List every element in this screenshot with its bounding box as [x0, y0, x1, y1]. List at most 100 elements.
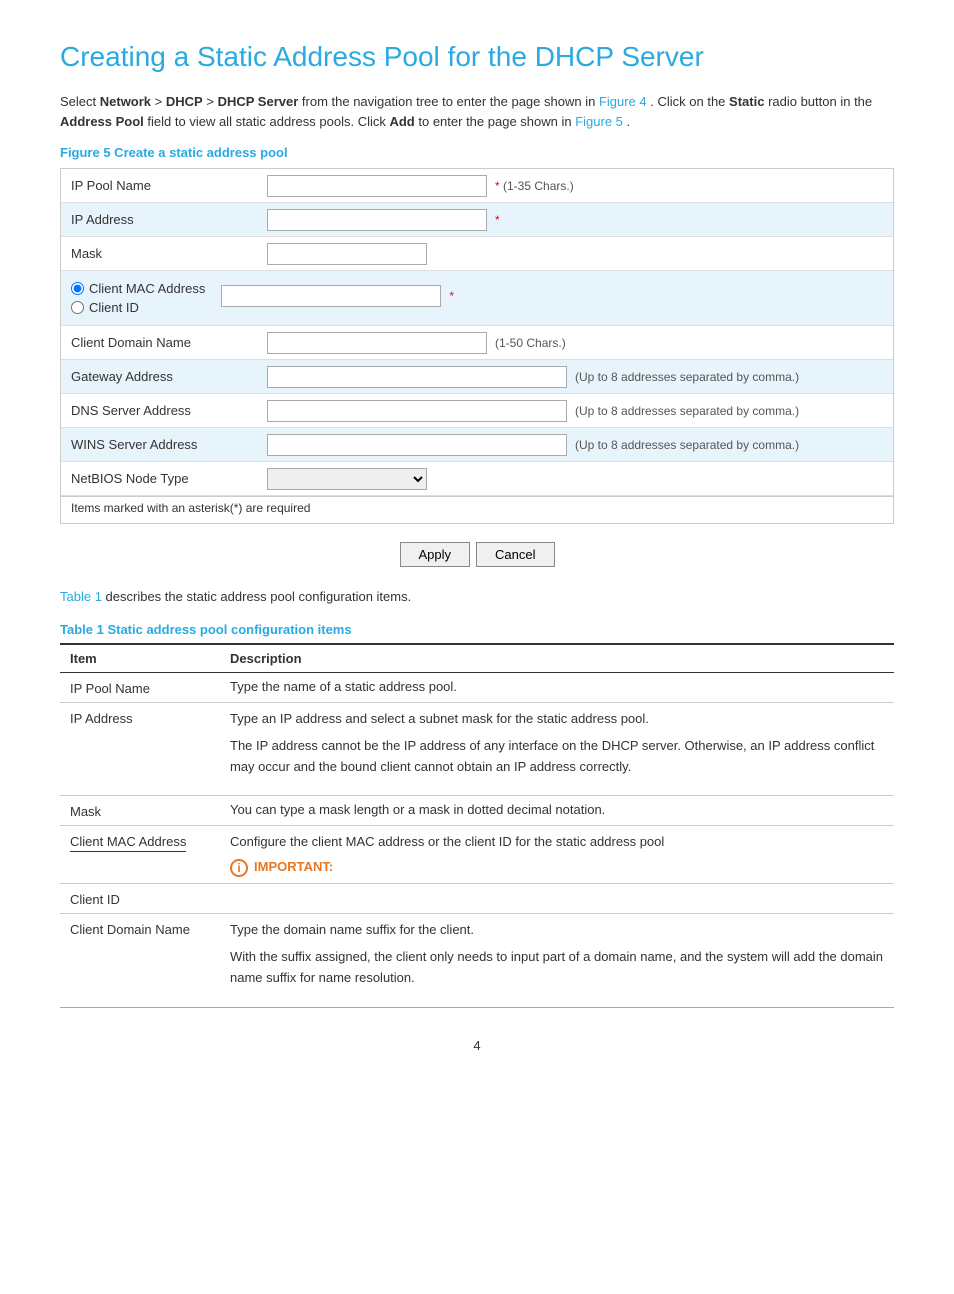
wins-row: WINS Server Address (Up to 8 addresses s…	[61, 428, 893, 462]
intro-dhcp: DHCP	[166, 94, 203, 109]
intro-paragraph: Select Network > DHCP > DHCP Server from…	[60, 92, 894, 134]
desc-cell-client-mac: Configure the client MAC address or the …	[220, 826, 894, 884]
mask-label: Mask	[61, 240, 261, 267]
ip-pool-name-hint: * (1-35 Chars.)	[495, 179, 574, 193]
important-text: IMPORTANT:	[254, 859, 333, 874]
page-title: Creating a Static Address Pool for the D…	[60, 40, 894, 74]
intro-gt2: >	[206, 94, 217, 109]
table-row: Client ID	[60, 884, 894, 914]
intro-text6: to enter the page shown in	[418, 114, 575, 129]
ip-pool-name-control: * (1-35 Chars.)	[261, 171, 893, 201]
ip-address-label: IP Address	[61, 206, 261, 233]
intro-network: Network	[100, 94, 151, 109]
client-id-radio-label[interactable]: Client ID	[71, 300, 205, 315]
table-row: Client MAC Address Configure the client …	[60, 826, 894, 884]
item-cell-ip-address: IP Address	[60, 702, 220, 795]
client-mac-input[interactable]	[221, 285, 441, 307]
wins-control: (Up to 8 addresses separated by comma.)	[261, 430, 893, 460]
intro-text4: radio button in the	[768, 94, 872, 109]
item-cell-mask: Mask	[60, 796, 220, 826]
table-title: Table 1 Static address pool configuratio…	[60, 622, 894, 637]
client-domain-row: Client Domain Name (1-50 Chars.)	[61, 326, 893, 360]
table-intro-text: describes the static address pool config…	[106, 589, 412, 604]
dns-hint: (Up to 8 addresses separated by comma.)	[575, 404, 799, 418]
figure4-link[interactable]: Figure 4	[599, 94, 647, 109]
mask-input[interactable]	[267, 243, 427, 265]
client-mac-hint: *	[449, 289, 454, 303]
table-row: Mask You can type a mask length or a mas…	[60, 796, 894, 826]
intro-text1: Select	[60, 94, 100, 109]
client-mac-row: Client MAC Address Client ID *	[61, 271, 893, 326]
table1-link[interactable]: Table 1	[60, 589, 102, 604]
ip-address-row: IP Address *	[61, 203, 893, 237]
ip-address-control: *	[261, 205, 893, 235]
item-cell-ip-pool: IP Pool Name	[60, 672, 220, 702]
netbios-label: NetBIOS Node Type	[61, 465, 261, 492]
important-icon: i	[230, 859, 248, 877]
col-item-header: Item	[60, 644, 220, 673]
desc-cell-ip-pool: Type the name of a static address pool.	[220, 672, 894, 702]
item-cell-client-domain: Client Domain Name	[60, 914, 220, 1007]
intro-gt1: >	[155, 94, 166, 109]
config-table: Item Description IP Pool Name Type the n…	[60, 643, 894, 1008]
client-domain-label: Client Domain Name	[61, 329, 261, 356]
desc-cell-client-domain: Type the domain name suffix for the clie…	[220, 914, 894, 1007]
ip-address-input[interactable]	[267, 209, 487, 231]
gateway-label: Gateway Address	[61, 363, 261, 390]
client-id-radio[interactable]	[71, 301, 84, 314]
mask-row: Mask	[61, 237, 893, 271]
important-block: i IMPORTANT:	[230, 859, 884, 877]
form-buttons: Apply Cancel	[60, 542, 894, 567]
intro-text5: field to view all static address pools. …	[147, 114, 389, 129]
gateway-row: Gateway Address (Up to 8 addresses separ…	[61, 360, 893, 394]
table-intro-para: Table 1 describes the static address poo…	[60, 587, 894, 608]
dns-input[interactable]	[267, 400, 567, 422]
netbios-control	[261, 464, 893, 494]
intro-text7: .	[627, 114, 631, 129]
ip-pool-name-input[interactable]	[267, 175, 487, 197]
cancel-button[interactable]: Cancel	[476, 542, 554, 567]
figure5-link[interactable]: Figure 5	[575, 114, 623, 129]
intro-text3: . Click on the	[650, 94, 729, 109]
ip-pool-name-label: IP Pool Name	[61, 172, 261, 199]
col-description-header: Description	[220, 644, 894, 673]
intro-dhcp-server: DHCP Server	[218, 94, 299, 109]
wins-label: WINS Server Address	[61, 431, 261, 458]
mask-control	[261, 239, 893, 269]
intro-address-pool: Address Pool	[60, 114, 144, 129]
client-type-radio-group: Client MAC Address Client ID	[61, 275, 215, 321]
desc-cell-mask: You can type a mask length or a mask in …	[220, 796, 894, 826]
create-pool-form: IP Pool Name * (1-35 Chars.) IP Address …	[60, 168, 894, 524]
gateway-hint: (Up to 8 addresses separated by comma.)	[575, 370, 799, 384]
item-cell-client-id: Client ID	[60, 884, 220, 914]
page-number: 4	[60, 1038, 894, 1053]
client-domain-input[interactable]	[267, 332, 487, 354]
desc-cell-ip-address: Type an IP address and select a subnet m…	[220, 702, 894, 795]
figure-title: Figure 5 Create a static address pool	[60, 145, 894, 160]
wins-input[interactable]	[267, 434, 567, 456]
table-row: IP Address Type an IP address and select…	[60, 702, 894, 795]
netbios-select[interactable]	[267, 468, 427, 490]
client-id-text: Client ID	[89, 300, 139, 315]
table-row: Client Domain Name Type the domain name …	[60, 914, 894, 1007]
apply-button[interactable]: Apply	[400, 542, 471, 567]
client-domain-hint: (1-50 Chars.)	[495, 336, 566, 350]
gateway-control: (Up to 8 addresses separated by comma.)	[261, 362, 893, 392]
wins-hint: (Up to 8 addresses separated by comma.)	[575, 438, 799, 452]
client-domain-control: (1-50 Chars.)	[261, 328, 893, 358]
item-cell-client-mac: Client MAC Address	[60, 826, 220, 884]
form-footer: Items marked with an asterisk(*) are req…	[61, 496, 893, 523]
gateway-input[interactable]	[267, 366, 567, 388]
desc-cell-client-id	[220, 884, 894, 914]
ip-pool-name-row: IP Pool Name * (1-35 Chars.)	[61, 169, 893, 203]
intro-static: Static	[729, 94, 764, 109]
client-mac-radio-label[interactable]: Client MAC Address	[71, 281, 205, 296]
client-mac-radio[interactable]	[71, 282, 84, 295]
ip-address-hint: *	[495, 213, 500, 227]
dns-control: (Up to 8 addresses separated by comma.)	[261, 396, 893, 426]
client-mac-text: Client MAC Address	[89, 281, 205, 296]
dns-label: DNS Server Address	[61, 397, 261, 424]
netbios-row: NetBIOS Node Type	[61, 462, 893, 496]
intro-add: Add	[389, 114, 414, 129]
table-row: IP Pool Name Type the name of a static a…	[60, 672, 894, 702]
